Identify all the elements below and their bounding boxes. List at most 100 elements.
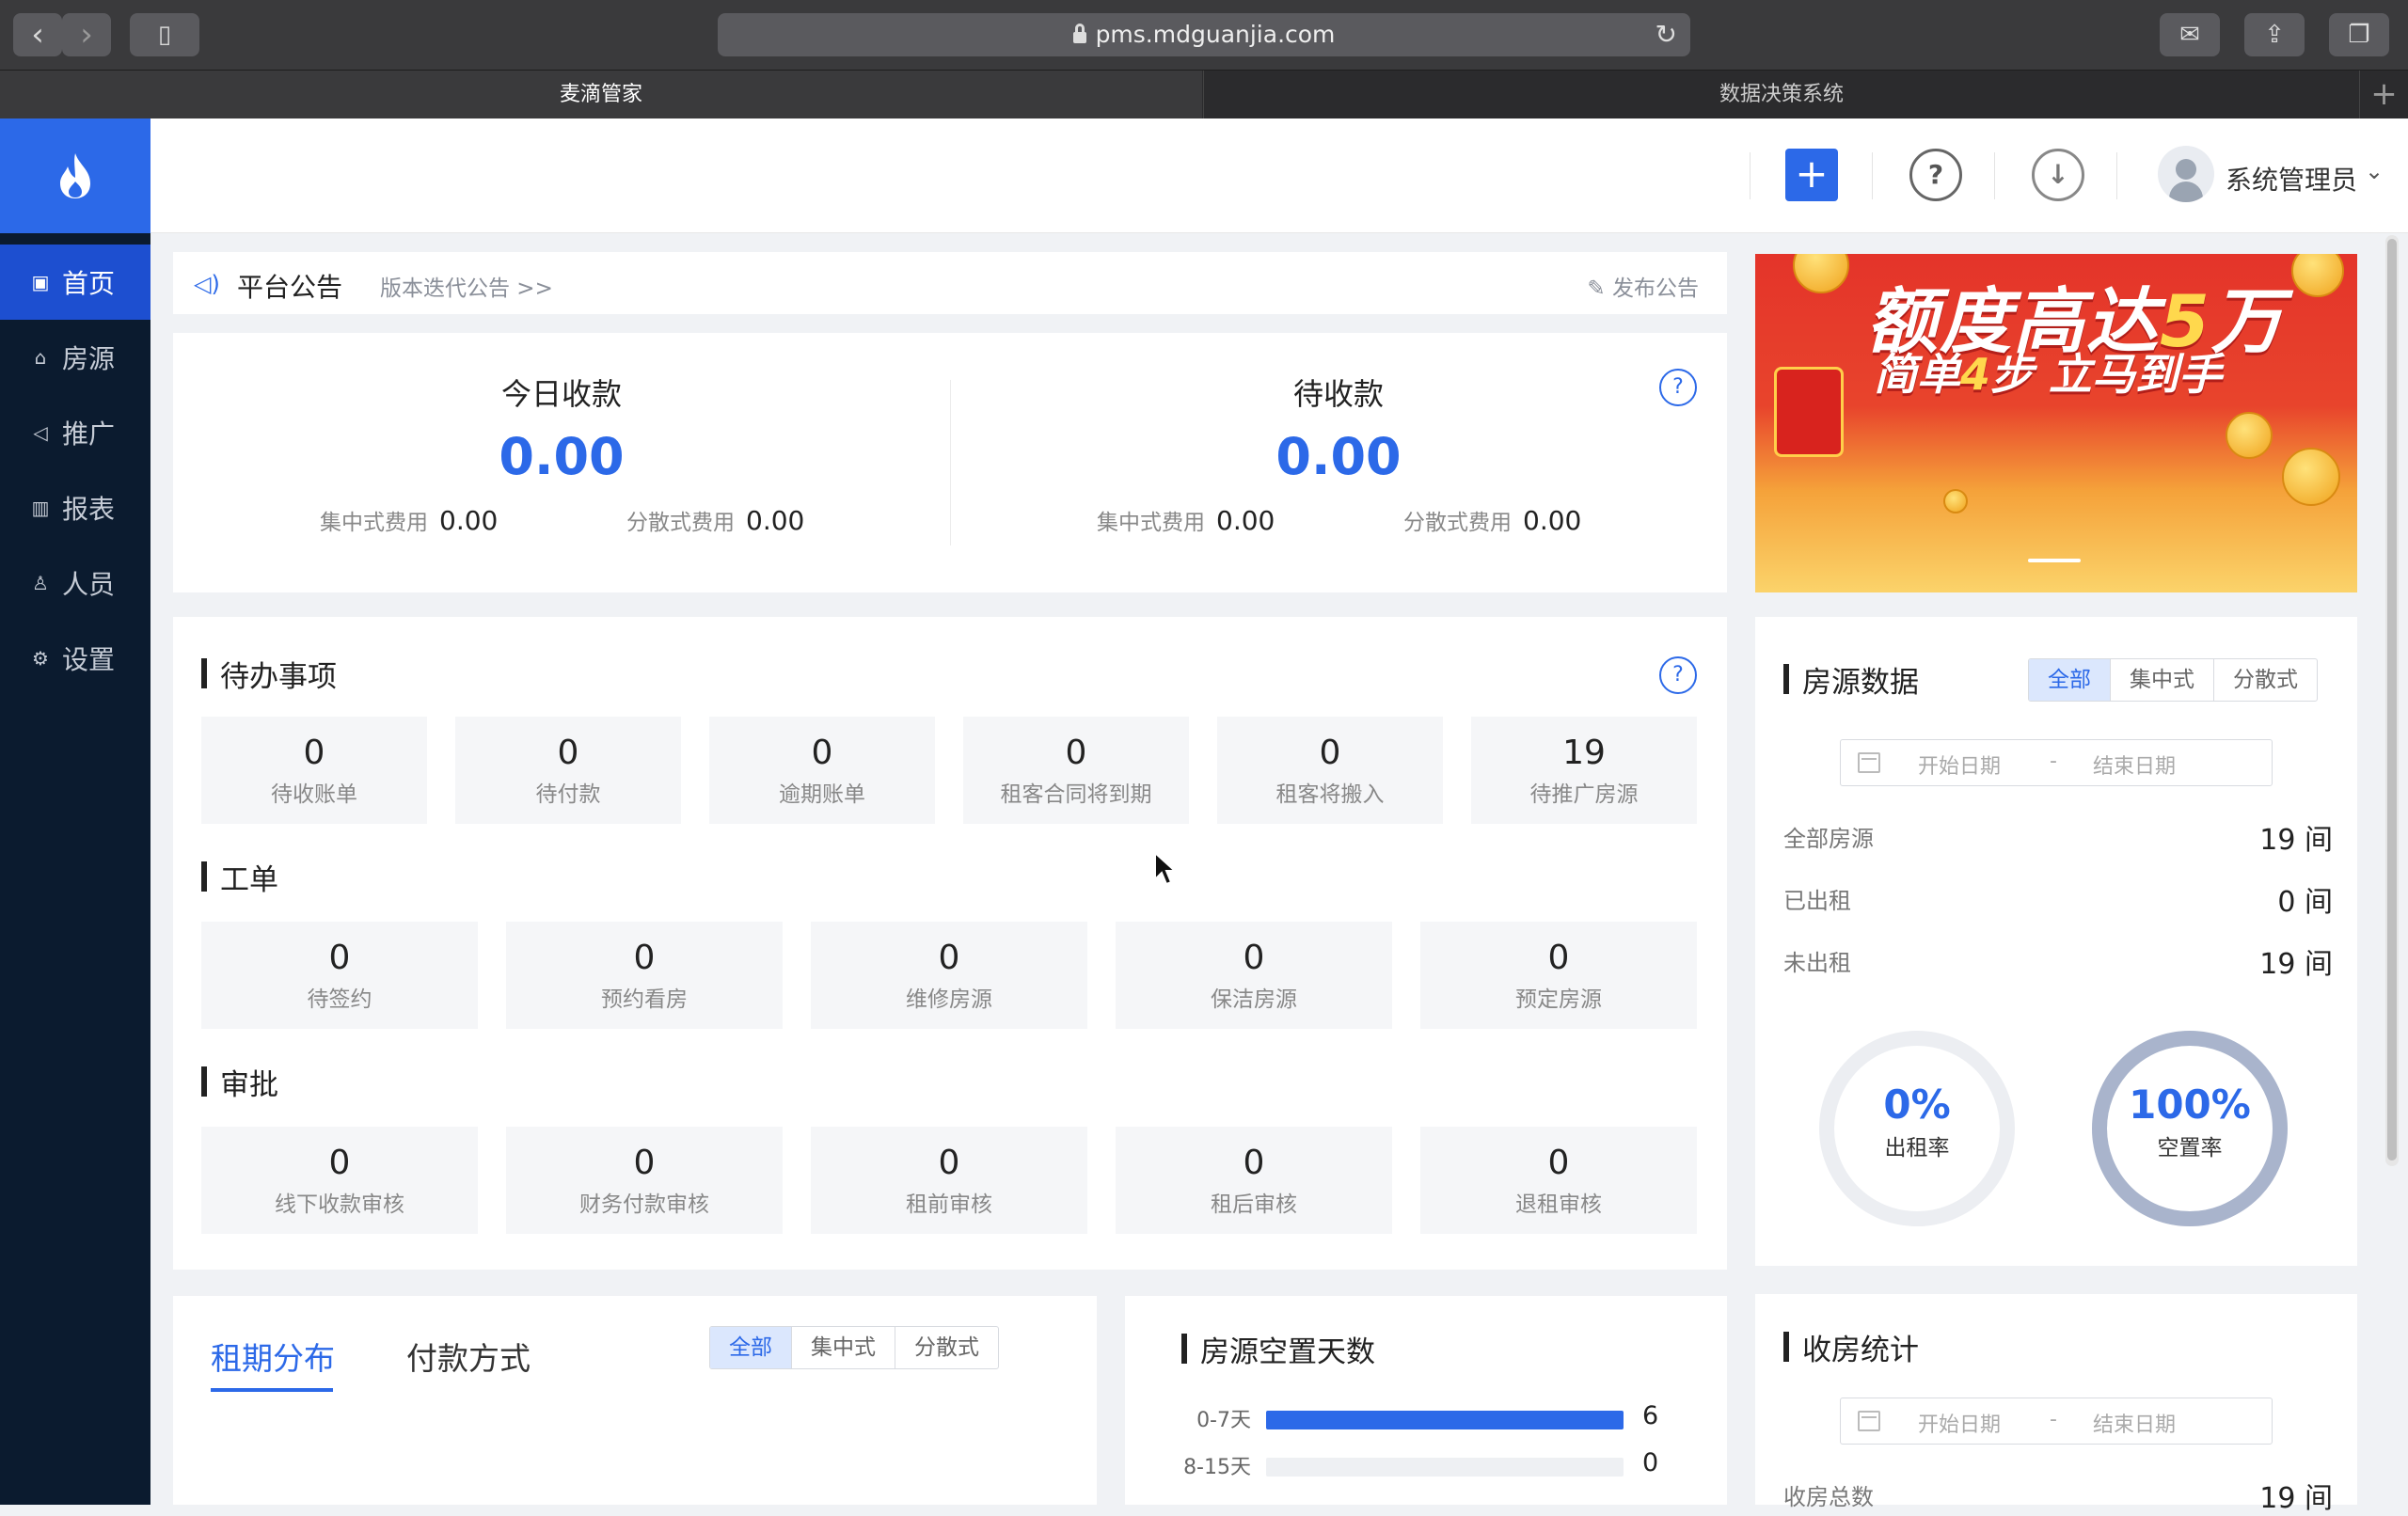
app-logo[interactable] (0, 118, 150, 233)
sidebar-item-home[interactable]: ▣ 首页 (0, 245, 150, 320)
filter-all[interactable]: 全部 (710, 1327, 791, 1368)
stat-label: 收房总数 (1783, 1484, 1874, 1510)
stat-count: 0 (328, 1144, 351, 1182)
coin-image (1793, 254, 1849, 293)
stat-count: 0 (811, 734, 833, 772)
flame-logo-icon (60, 153, 90, 198)
sidebar-item-staff[interactable]: ♙ 人员 (0, 545, 150, 621)
browser-tab-mdguanjia[interactable]: 麦滴管家 (0, 71, 1202, 119)
new-tab-icon[interactable]: + (2359, 71, 2408, 119)
stat-count: 0 (938, 1144, 960, 1182)
stat-label: 待付款 (535, 782, 601, 807)
reload-icon[interactable]: ↻ (1656, 13, 1677, 56)
mail-icon[interactable]: ✉ (2160, 13, 2220, 56)
promo-banner[interactable]: 额度高达5万 简单4步 立马到手 (1755, 254, 2357, 592)
scrollbar-thumb[interactable] (2387, 239, 2397, 1161)
start-date-input[interactable]: 开始日期 (1918, 1408, 2001, 1438)
today-income-value[interactable]: 0.00 (173, 427, 950, 486)
page-scrollbar[interactable] (2385, 235, 2399, 1166)
back-icon[interactable]: ‹ (13, 13, 62, 56)
dashboard-icon: ▣ (31, 271, 50, 293)
todo-item[interactable]: 19 待推广房源 (1471, 717, 1697, 824)
occupancy-percent: 0% (1883, 1082, 1951, 1128)
stat-count: 0 (938, 939, 960, 977)
sidebar-item-reports[interactable]: ▥ 报表 (0, 470, 150, 545)
stat-label: 租客将搬入 (1275, 782, 1385, 807)
approval-item[interactable]: 0 线下收款审核 (201, 1127, 478, 1234)
browser-tab-decision[interactable]: 数据决策系统 (1203, 71, 2359, 119)
workorder-item[interactable]: 0 保洁房源 (1116, 922, 1392, 1029)
share-icon[interactable]: ⇪ (2244, 13, 2305, 56)
version-notice-link[interactable]: 版本迭代公告 >> (380, 270, 553, 302)
filter-scattered[interactable]: 分散式 (2213, 659, 2317, 701)
avatar[interactable] (2158, 146, 2214, 202)
stat-label: 租后审核 (1211, 1192, 1297, 1217)
header-divider (1994, 152, 1995, 199)
stat-label: 未出租 (1783, 950, 1851, 976)
sidebar-item-settings[interactable]: ⚙ 设置 (0, 621, 150, 696)
sidebar-item-label: 首页 (62, 268, 116, 299)
sidebar-item-houses[interactable]: ⌂ 房源 (0, 320, 150, 395)
vacancy-text: 空置率 (2157, 1136, 2223, 1161)
filter-scattered[interactable]: 分散式 (895, 1327, 998, 1368)
fee-value: 0.00 (439, 505, 499, 536)
approval-item[interactable]: 0 租后审核 (1116, 1127, 1392, 1234)
todo-item[interactable]: 0 租客将搬入 (1217, 717, 1443, 824)
filter-central[interactable]: 集中式 (2110, 659, 2213, 701)
banner-text: 万 (2210, 279, 2285, 363)
forward-icon[interactable]: › (62, 13, 111, 56)
publish-notice-button[interactable]: ✎ 发布公告 (1587, 270, 1699, 302)
stat-label: 逾期账单 (779, 782, 865, 807)
collect-stats-heading: 收房统计 (1783, 1326, 1919, 1368)
header-divider (1872, 152, 1873, 199)
workorder-item[interactable]: 0 预定房源 (1420, 922, 1697, 1029)
house-date-range[interactable]: 开始日期 - 结束日期 (1840, 739, 2273, 786)
workorder-item[interactable]: 0 维修房源 (811, 922, 1087, 1029)
filter-central[interactable]: 集中式 (791, 1327, 895, 1368)
approval-item[interactable]: 0 退租审核 (1420, 1127, 1697, 1234)
user-name[interactable]: 系统管理员 (2226, 160, 2357, 197)
sidebar-item-promotion[interactable]: ◁ 推广 (0, 395, 150, 470)
todo-item[interactable]: 0 租客合同将到期 (963, 717, 1189, 824)
income-summary: 今日收款 0.00 集中式费用 0.00 分散式费用 0.00 待收款 0.00 集… (173, 333, 1727, 592)
todo-help-icon[interactable]: ? (1659, 656, 1697, 694)
stat-value: 19 间 (2259, 824, 2333, 857)
active-tab-indicator (211, 1388, 333, 1392)
start-date-input[interactable]: 开始日期 (1918, 750, 2001, 780)
income-help-icon[interactable]: ? (1659, 369, 1697, 406)
approval-item[interactable]: 0 租前审核 (811, 1127, 1087, 1234)
carousel-indicator[interactable] (2028, 559, 2081, 562)
approval-item[interactable]: 0 财务付款审核 (506, 1127, 783, 1234)
filter-all[interactable]: 全部 (2029, 659, 2110, 701)
stat-label: 待收账单 (271, 782, 357, 807)
add-button[interactable]: + (1785, 149, 1838, 201)
chevron-down-icon[interactable]: ⌄ (2365, 158, 2384, 184)
tab-lease-distribution[interactable]: 租期分布 (211, 1334, 335, 1379)
collect-date-range[interactable]: 开始日期 - 结束日期 (1840, 1398, 2273, 1445)
stat-label: 退租审核 (1515, 1192, 1602, 1217)
stat-label: 线下收款审核 (275, 1192, 404, 1217)
end-date-input[interactable]: 结束日期 (2093, 1408, 2176, 1438)
tabs-overview-icon[interactable]: ❐ (2329, 13, 2389, 56)
todo-item[interactable]: 0 待付款 (455, 717, 681, 824)
coin-image (1943, 489, 1968, 513)
workorder-item[interactable]: 0 待签约 (201, 922, 478, 1029)
download-icon[interactable]: ↓ (2032, 149, 2084, 201)
tab-payment-method[interactable]: 付款方式 (406, 1334, 531, 1379)
pending-income-value[interactable]: 0.00 (950, 427, 1727, 486)
todo-item[interactable]: 0 逾期账单 (709, 717, 935, 824)
collect-stats-panel: 收房统计 开始日期 - 结束日期 收房总数 19 间 (1755, 1294, 2357, 1515)
speaker-icon: ◁) (194, 271, 220, 297)
sidebar-toggle-icon[interactable]: ▯ (130, 13, 199, 56)
bar-value: 0 (1642, 1448, 1659, 1477)
bar-chart-icon: ▥ (31, 497, 50, 519)
todo-item[interactable]: 0 待收账单 (201, 717, 427, 824)
bar-fill[interactable] (1266, 1411, 1624, 1429)
fee-label: 集中式费用 (1097, 511, 1205, 535)
end-date-input[interactable]: 结束日期 (2093, 750, 2176, 780)
stat-count: 0 (328, 939, 351, 977)
pending-scattered-fee: 分散式费用 0.00 (1403, 504, 1581, 536)
address-bar[interactable]: pms.mdguanjia.com ↻ (718, 13, 1690, 56)
help-icon[interactable]: ? (1909, 149, 1962, 201)
workorder-item[interactable]: 0 预约看房 (506, 922, 783, 1029)
